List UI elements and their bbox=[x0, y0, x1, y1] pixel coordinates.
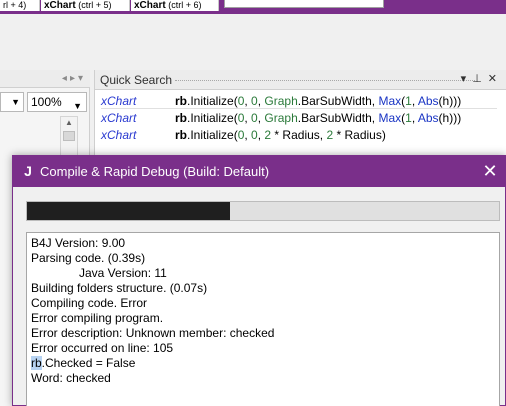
tab-previous[interactable]: rl + 4) bbox=[0, 0, 40, 11]
log-line: Java Version: 11 bbox=[79, 266, 167, 280]
list-item[interactable]: xChart rb.Initialize(0, 0, Graph.BarSubWi… bbox=[101, 93, 497, 109]
designer-select[interactable]: ▼ bbox=[0, 92, 24, 112]
log-line: Parsing code. (0.39s) bbox=[31, 251, 146, 265]
module-name: xChart bbox=[101, 128, 137, 142]
list-item[interactable]: xChart rb.Initialize(0, 0, 2 * Radius, 2 … bbox=[101, 127, 386, 143]
quick-search-panel: Quick Search ▾⊥✕ xChart rb.Initialize(0, … bbox=[94, 70, 506, 160]
close-icon[interactable]: ✕ bbox=[488, 73, 503, 85]
tab-shortcut: (ctrl + 6) bbox=[168, 0, 202, 10]
code-snippet: rb.Initialize(0, 0, 2 * Radius, 2 * Radi… bbox=[175, 128, 386, 142]
module-name: xChart bbox=[101, 94, 137, 108]
log-line-error-source: rb.Checked = False bbox=[31, 356, 136, 370]
compile-dialog: J Compile & Rapid Debug (Build: Default)… bbox=[12, 155, 506, 406]
compile-progress-bar bbox=[26, 201, 500, 221]
zoom-select[interactable]: 100% ▼ bbox=[27, 92, 87, 112]
header-divider bbox=[175, 80, 475, 81]
dialog-title: Compile & Rapid Debug (Build: Default) bbox=[40, 164, 270, 179]
b4j-app-icon: J bbox=[24, 163, 32, 179]
log-line: Error description: Unknown member: check… bbox=[31, 326, 275, 340]
ide-window: rl + 4) xChart (ctrl + 5) xChart (ctrl +… bbox=[0, 0, 506, 406]
code-snippet: rb.Initialize(0, 0, Graph.BarSubWidth, M… bbox=[175, 94, 462, 108]
tab-shortcut: (ctrl + 5) bbox=[78, 0, 112, 10]
tab-label: xChart bbox=[134, 0, 166, 11]
module-name: xChart bbox=[101, 111, 137, 125]
scroll-up-icon[interactable]: ▲ bbox=[61, 117, 77, 129]
scroll-thumb[interactable] bbox=[63, 131, 75, 141]
code-snippet: rb.Initialize(0, 0, Graph.BarSubWidth, M… bbox=[175, 111, 462, 125]
zoom-value: 100% bbox=[31, 95, 62, 109]
quick-search-header: Quick Search ▾⊥✕ bbox=[95, 70, 506, 90]
pin-icon[interactable]: ⊥ bbox=[472, 73, 488, 85]
quick-search-title: Quick Search bbox=[100, 73, 173, 87]
chevron-right-icon[interactable]: ▸ bbox=[70, 73, 78, 84]
chevron-down-icon[interactable]: ▾ bbox=[78, 73, 86, 84]
chevron-left-icon[interactable]: ◂ bbox=[62, 73, 70, 84]
chevron-down-icon: ▼ bbox=[73, 101, 82, 111]
designer-pane-header: ◂▸▾ bbox=[0, 70, 90, 88]
top-tab-strip: rl + 4) xChart (ctrl + 5) xChart (ctrl +… bbox=[0, 0, 506, 14]
list-item[interactable]: xChart rb.Initialize(0, 0, Graph.BarSubWi… bbox=[101, 110, 461, 126]
dialog-titlebar[interactable]: J Compile & Rapid Debug (Build: Default)… bbox=[13, 156, 506, 187]
log-line: Error compiling program. bbox=[31, 311, 164, 325]
progress-fill bbox=[27, 202, 230, 220]
log-line: Error occurred on line: 105 bbox=[31, 341, 174, 355]
selected-text: rb bbox=[31, 356, 42, 370]
tab-xchart-5[interactable]: xChart (ctrl + 5) bbox=[41, 0, 130, 11]
nav-arrows[interactable]: ◂▸▾ bbox=[62, 73, 86, 84]
log-line: Compiling code. Error bbox=[31, 296, 148, 310]
chevron-down-icon[interactable]: ▾ bbox=[461, 73, 473, 85]
top-search-box[interactable] bbox=[224, 0, 384, 8]
log-line: B4J Version: 9.00 bbox=[31, 236, 126, 250]
log-line: Building folders structure. (0.07s) bbox=[31, 281, 208, 295]
toolbar-area bbox=[0, 14, 506, 70]
compile-log[interactable]: B4J Version: 9.00 Parsing code. (0.39s) … bbox=[26, 232, 500, 406]
tab-shortcut: rl + 4) bbox=[3, 0, 27, 10]
log-line: Word: checked bbox=[31, 371, 111, 385]
tab-xchart-6[interactable]: xChart (ctrl + 6) bbox=[131, 0, 219, 11]
close-icon[interactable]: ✕ bbox=[479, 160, 501, 182]
tab-label: xChart bbox=[44, 0, 76, 11]
panel-buttons: ▾⊥✕ bbox=[461, 72, 503, 85]
chevron-down-icon: ▼ bbox=[11, 97, 20, 107]
